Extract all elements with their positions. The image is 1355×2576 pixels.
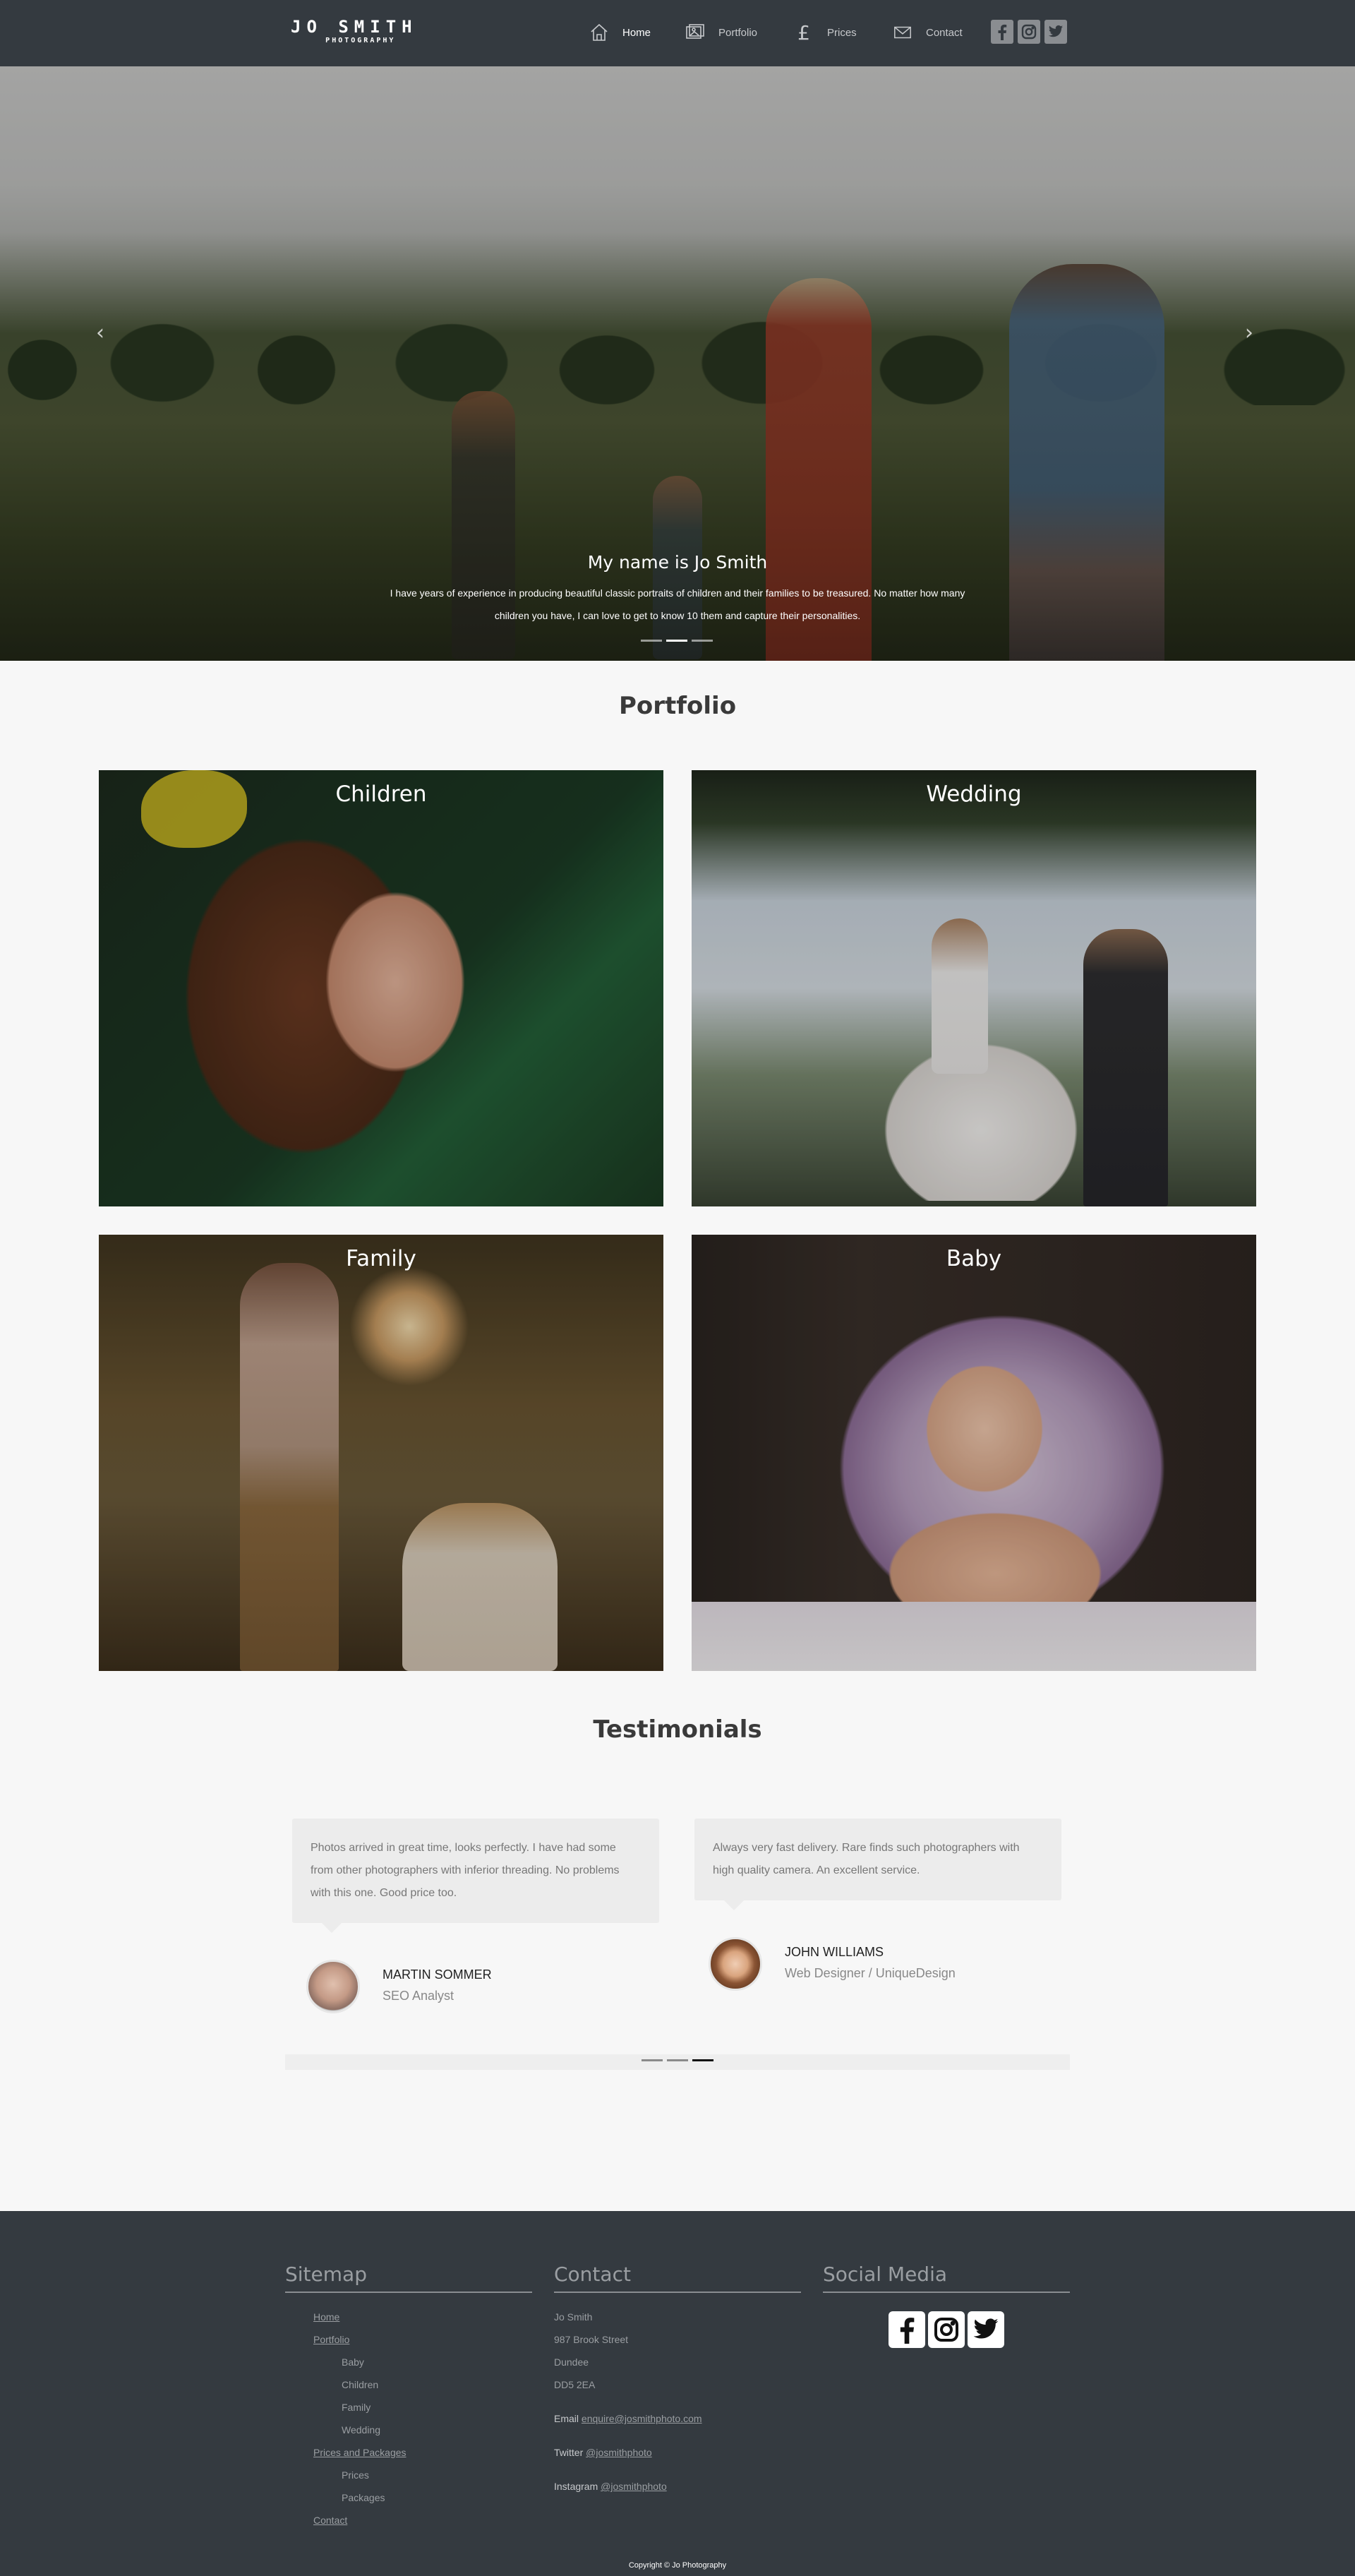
nav-contact-label: Contact (926, 26, 963, 39)
testimonial-author: MARTIN SOMMER SEO Analyst (306, 1960, 492, 2013)
footer-item-baby: Baby (342, 2356, 364, 2368)
social-media-title: Social Media (823, 2262, 1070, 2293)
portfolio-tile-family[interactable]: Family (99, 1235, 663, 1671)
footer-item-children: Children (342, 2379, 379, 2390)
avatar (306, 1960, 360, 2013)
carousel-indicator-active[interactable] (692, 2059, 713, 2061)
logo-tagline: PHOTOGRAPHY (325, 37, 396, 44)
tile-label-family: Family (346, 1246, 416, 1271)
instagram-icon[interactable] (1018, 20, 1040, 44)
author-name: MARTIN SOMMER (383, 1967, 492, 1982)
spacer (554, 2430, 801, 2441)
portfolio-title: Portfolio (618, 692, 737, 720)
footer-social-links (823, 2311, 1070, 2348)
email-label: Email (554, 2413, 579, 2424)
footer-item-family: Family (342, 2402, 371, 2413)
spacer (554, 2464, 801, 2475)
footer-social-media: Social Media (823, 2262, 1070, 2348)
instagram-link[interactable]: @josmithphoto (601, 2481, 667, 2492)
footer: Sitemap Home Portfolio Baby Children Fam… (0, 2211, 1355, 2576)
footer-sitemap: Sitemap Home Portfolio Baby Children Fam… (285, 2262, 532, 2532)
portfolio-tile-wedding[interactable]: Wedding (692, 770, 1256, 1206)
tile-overlay (99, 770, 663, 1206)
footer-link-portfolio[interactable]: Portfolio (313, 2334, 349, 2345)
carousel-indicator-active[interactable] (666, 640, 687, 642)
footer-link-prices-packages[interactable]: Prices and Packages (313, 2447, 406, 2458)
copyright: Copyright © Jo Photography (628, 2561, 727, 2570)
twitter-label: Twitter (554, 2447, 584, 2458)
nav-prices-label: Prices (827, 26, 857, 39)
portfolio-tile-baby[interactable]: Baby (692, 1235, 1256, 1671)
testimonial-author: JOHN WILLIAMS Web Designer / UniqueDesig… (709, 1937, 956, 1991)
address-line: 987 Brook Street (554, 2334, 629, 2345)
instagram-label: Instagram (554, 2481, 598, 2492)
email-link[interactable]: enquire@josmithphoto.com (582, 2413, 702, 2424)
header-social-links (991, 20, 1067, 44)
testimonial-quote: Always very fast delivery. Rare finds su… (694, 1819, 1061, 1910)
footer-item-wedding: Wedding (342, 2424, 381, 2436)
tile-overlay (692, 770, 1256, 1206)
sitemap-title: Sitemap (285, 2262, 532, 2293)
nav-portfolio[interactable]: Portfolio (683, 20, 757, 45)
site-logo[interactable]: JO SMITH PHOTOGRAPHY (291, 17, 418, 45)
author-role: SEO Analyst (383, 1989, 454, 2003)
instagram-icon[interactable] (928, 2311, 965, 2348)
logo-name: JO SMITH (291, 17, 418, 37)
twitter-icon[interactable] (1044, 20, 1067, 44)
facebook-icon[interactable] (889, 2311, 925, 2348)
carousel-next-icon[interactable]: › (1245, 320, 1266, 349)
footer-contact: Contact Jo Smith 987 Brook Street Dundee… (554, 2262, 801, 2498)
testimonials-title: Testimonials (593, 1715, 762, 1744)
portfolio-tile-children[interactable]: Children (99, 770, 663, 1206)
address-line: Jo Smith (554, 2311, 593, 2323)
twitter-icon[interactable] (968, 2311, 1004, 2348)
hero-caption-text: My name is Jo Smith I have years of expe… (0, 551, 1355, 627)
contact-email: Email enquire@josmithphoto.com (554, 2407, 801, 2430)
avatar (709, 1937, 762, 1991)
author-role: Web Designer / UniqueDesign (785, 1966, 956, 1980)
address-line: DD5 2EA (554, 2379, 596, 2390)
contact-twitter: Twitter @josmithphoto (554, 2441, 801, 2464)
nav-portfolio-label: Portfolio (718, 26, 758, 39)
tile-overlay (99, 1235, 663, 1671)
carousel-prev-icon[interactable]: ‹ (96, 320, 117, 349)
hero-title: My name is Jo Smith (587, 552, 768, 573)
home-icon (587, 20, 611, 44)
footer-link-home[interactable]: Home (313, 2311, 339, 2323)
navbar: JO SMITH PHOTOGRAPHY Home Portfolio £ Pr… (0, 0, 1355, 66)
carousel-indicator[interactable] (642, 2059, 663, 2061)
testimonial-quote: Photos arrived in great time, looks perf… (292, 1819, 659, 1933)
carousel-indicator[interactable] (641, 640, 662, 642)
nav-home[interactable]: Home (587, 20, 651, 45)
nav-home-label: Home (622, 26, 651, 39)
tile-label-baby: Baby (946, 1246, 1002, 1271)
footer-item-packages: Packages (342, 2492, 385, 2503)
hero-description: I have years of experience in producing … (390, 587, 965, 621)
carousel-indicators (641, 640, 713, 642)
address-line: Dundee (554, 2356, 589, 2368)
envelope-icon (891, 20, 915, 44)
facebook-icon[interactable] (991, 20, 1013, 44)
contact-title: Contact (554, 2262, 801, 2293)
carousel-indicator[interactable] (692, 640, 713, 642)
spacer (554, 2396, 801, 2407)
carousel-indicator[interactable] (667, 2059, 688, 2061)
tile-label-wedding: Wedding (926, 781, 1022, 807)
portfolio-icon (683, 20, 707, 44)
pound-icon: £ (797, 20, 810, 44)
footer-item-prices: Prices (342, 2469, 369, 2481)
testimonial-carousel-indicators (285, 2054, 1070, 2070)
tile-label-children: Children (335, 781, 427, 807)
contact-instagram: Instagram @josmithphoto (554, 2475, 801, 2498)
nav-contact[interactable]: Contact (891, 20, 963, 45)
tile-overlay (692, 1235, 1256, 1671)
footer-link-contact[interactable]: Contact (313, 2515, 347, 2526)
nav-prices[interactable]: £ Prices (792, 20, 857, 45)
twitter-link[interactable]: @josmithphoto (586, 2447, 652, 2458)
author-name: JOHN WILLIAMS (785, 1945, 884, 1959)
